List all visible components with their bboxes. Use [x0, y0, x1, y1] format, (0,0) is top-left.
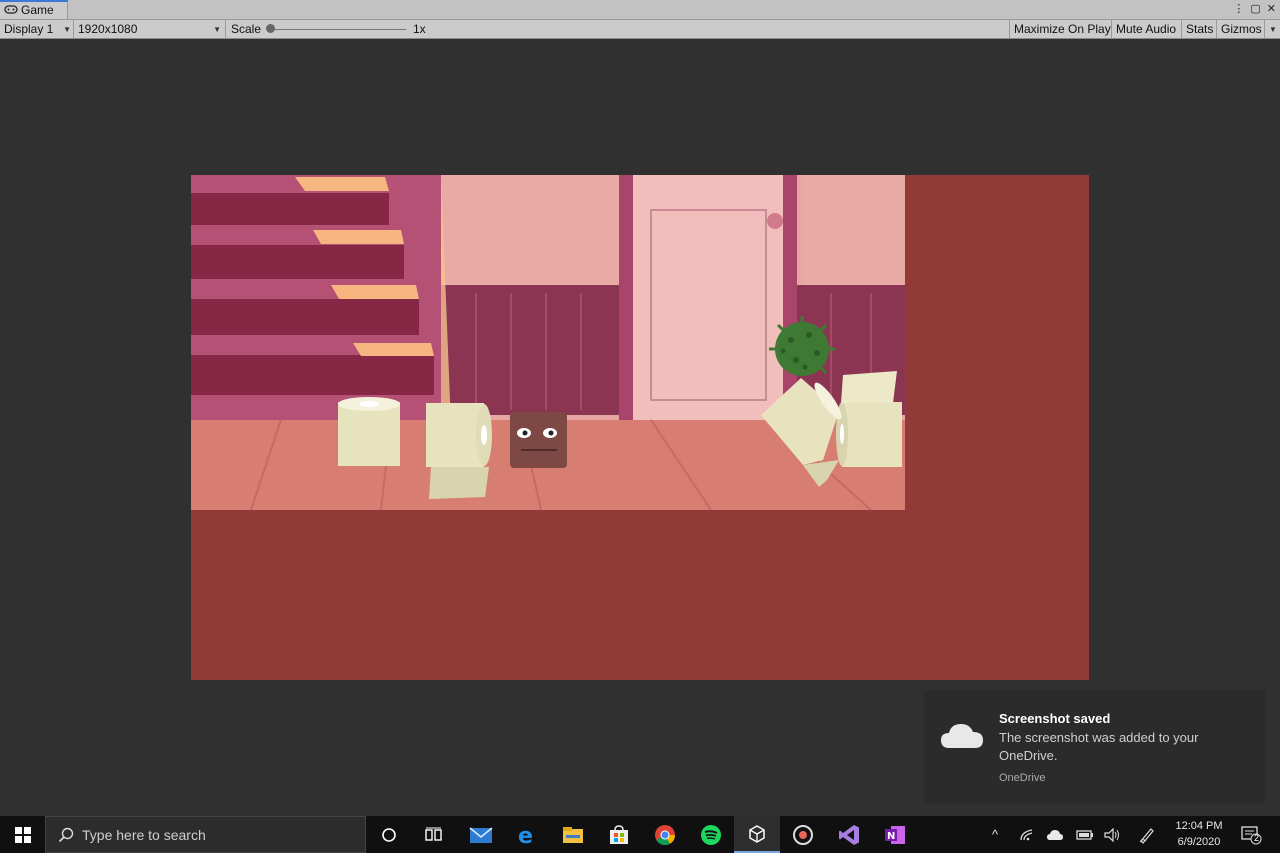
taskbar-app-unity[interactable]: [734, 816, 780, 853]
unity-icon: [749, 824, 765, 843]
taskbar-app-file-explorer[interactable]: [550, 816, 596, 853]
media-icon: [793, 824, 813, 845]
resolution-dropdown[interactable]: 1920x1080 ▼: [74, 20, 226, 38]
close-icon[interactable]: ✕: [1267, 2, 1276, 15]
mail-icon: [469, 826, 493, 843]
chevron-up-icon: ^: [991, 827, 999, 842]
editor-tab-bar: Game ⋮ ▢ ✕: [0, 0, 1280, 20]
volume-icon: [1104, 827, 1119, 842]
pen-icon: [1139, 827, 1154, 844]
wifi-icon: [1020, 828, 1033, 840]
chevron-down-icon: ▼: [63, 24, 71, 34]
spotify-icon: [701, 824, 721, 845]
chevron-down-icon: ▼: [1269, 24, 1277, 34]
cortana-icon: [382, 827, 396, 842]
tray-overflow-button[interactable]: ^: [984, 816, 1006, 853]
chevron-down-icon: ▼: [213, 24, 221, 34]
svg-text:N: N: [887, 831, 895, 842]
scale-value: 1x: [413, 22, 426, 36]
tray-battery[interactable]: [1072, 816, 1098, 853]
gamepad-icon: [4, 5, 18, 14]
clock-date: 6/9/2020: [1177, 836, 1221, 848]
game-view[interactable]: [191, 175, 1089, 680]
taskbar-app-media[interactable]: [780, 816, 826, 853]
taskbar-app-edge[interactable]: e: [504, 816, 550, 853]
onedrive-cloud-icon: [941, 724, 983, 748]
search-icon: [58, 827, 74, 842]
resolution-dropdown-label: 1920x1080: [78, 22, 138, 36]
tray-pen[interactable]: [1134, 816, 1160, 853]
notification-count-badge: 2: [1254, 833, 1260, 843]
taskbar-app-onenote[interactable]: N: [872, 816, 918, 853]
gizmos-toggle[interactable]: Gizmos: [1216, 20, 1266, 38]
stats-toggle[interactable]: Stats: [1181, 20, 1217, 38]
more-options-icon[interactable]: ⋮: [1233, 2, 1244, 15]
scale-slider-track[interactable]: [270, 29, 406, 30]
chrome-icon: [655, 824, 676, 845]
tray-volume[interactable]: [1100, 816, 1126, 853]
notification-body: The screenshot was added to your OneDriv…: [999, 730, 1199, 763]
start-button[interactable]: [0, 816, 45, 853]
onenote-icon: N: [885, 825, 905, 844]
taskbar-app-mail[interactable]: [458, 816, 504, 853]
game-toolbar: Display 1 ▼ 1920x1080 ▼ Scale 1x Maximiz…: [0, 20, 1280, 39]
maximize-icon[interactable]: ▢: [1250, 2, 1260, 15]
gizmos-dropdown[interactable]: ▼: [1264, 20, 1280, 38]
notification-title: Screenshot saved: [999, 711, 1111, 726]
store-icon: [610, 824, 628, 844]
task-view-icon: [425, 827, 442, 841]
maximize-on-play-toggle[interactable]: Maximize On Play: [1009, 20, 1115, 38]
onedrive-cloud-icon: [1047, 829, 1063, 840]
taskbar-app-visual-studio[interactable]: [826, 816, 872, 853]
taskbar-search-box[interactable]: Type here to search: [45, 816, 366, 853]
tray-network[interactable]: [1014, 816, 1040, 853]
taskbar-app-chrome[interactable]: [642, 816, 688, 853]
tab-active-indicator: [0, 0, 68, 2]
notification-app-name: OneDrive: [999, 772, 1046, 784]
cortana-button[interactable]: [366, 816, 412, 853]
svg-text:e: e: [518, 824, 533, 846]
action-center-button[interactable]: 2: [1236, 816, 1266, 853]
taskbar-clock[interactable]: 12:04 PM 6/9/2020: [1166, 818, 1232, 850]
display-dropdown-label: Display 1: [4, 22, 54, 36]
visual-studio-icon: [839, 824, 859, 845]
tray-onedrive[interactable]: [1042, 816, 1068, 853]
windows-logo-icon: [14, 826, 31, 843]
mute-audio-toggle[interactable]: Mute Audio: [1111, 20, 1180, 38]
scale-label: Scale: [231, 22, 262, 36]
display-dropdown[interactable]: Display 1 ▼: [0, 20, 74, 38]
edge-icon: e: [518, 824, 533, 846]
game-scene: [191, 175, 905, 510]
taskbar: Type here to search e N ^ 12:04 PM 6/9/2…: [0, 816, 1280, 853]
taskbar-app-spotify[interactable]: [688, 816, 734, 853]
tab-game[interactable]: Game: [0, 0, 68, 19]
taskbar-app-store[interactable]: [596, 816, 642, 853]
search-placeholder: Type here to search: [82, 826, 206, 843]
file-explorer-icon: [563, 826, 583, 843]
notification-toast[interactable]: Screenshot saved The screenshot was adde…: [924, 690, 1265, 804]
clock-time: 12:04 PM: [1175, 820, 1223, 832]
task-view-button[interactable]: [411, 816, 457, 853]
tab-game-label: Game: [21, 2, 54, 17]
battery-icon: [1076, 829, 1093, 840]
scale-slider-handle[interactable]: [266, 24, 275, 33]
